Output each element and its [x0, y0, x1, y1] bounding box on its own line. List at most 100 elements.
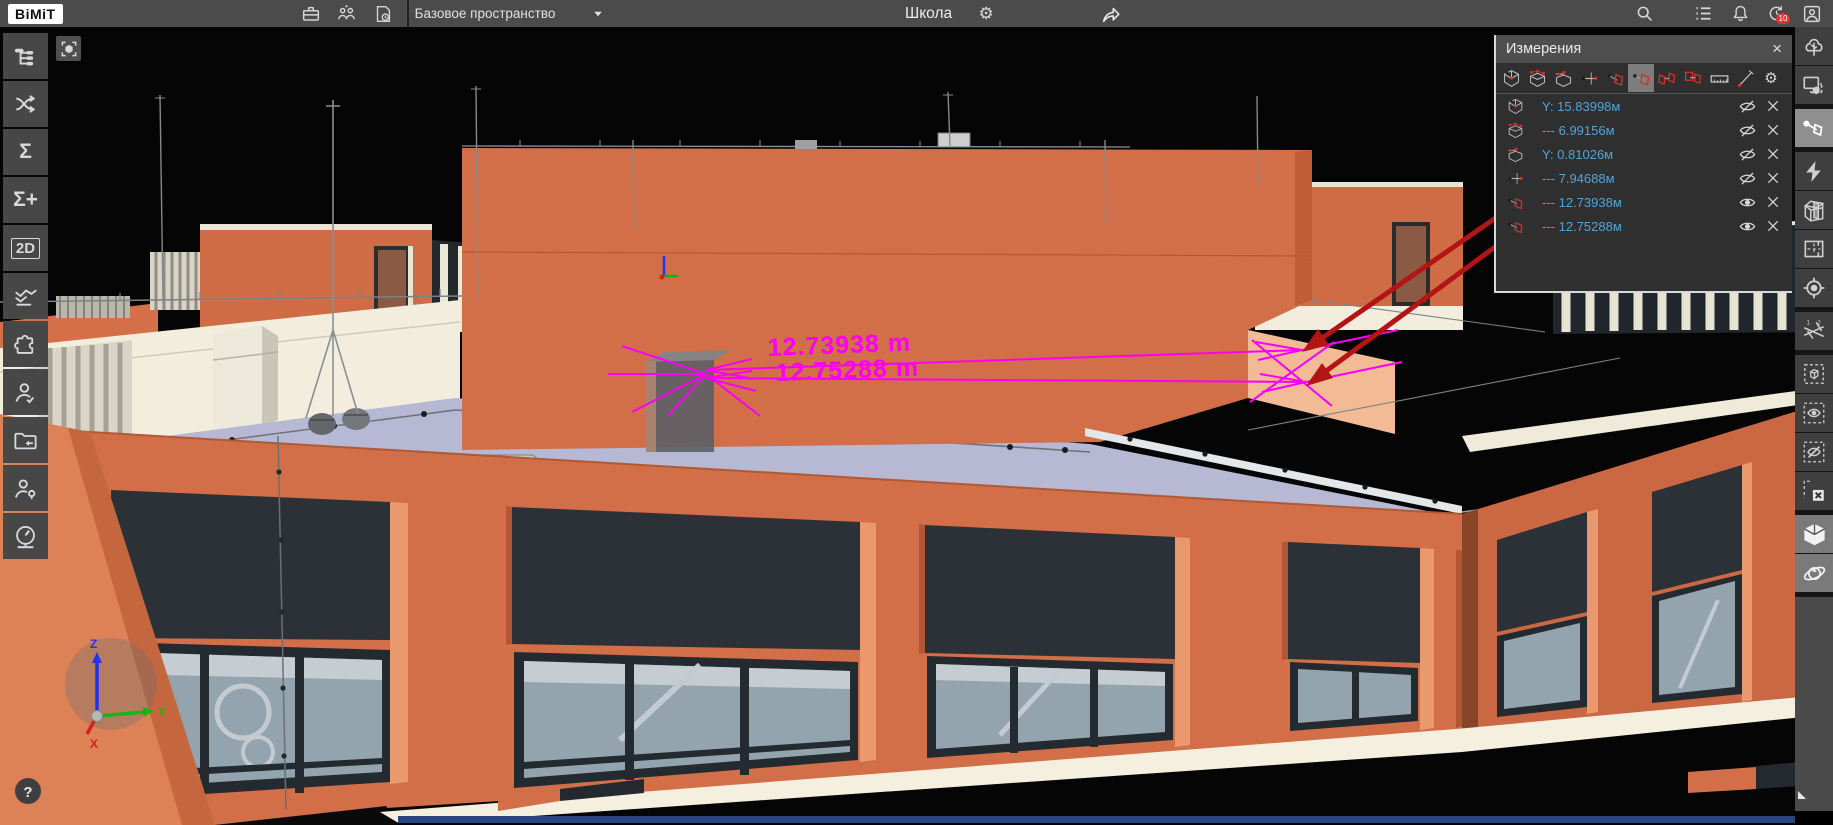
measurement-row[interactable]: Y: 15.83998м — [1496, 94, 1792, 118]
notification-badge: 10 — [1776, 14, 1791, 24]
topbar-divider — [407, 0, 409, 27]
measurement-value: --- 7.94688м — [1542, 171, 1734, 186]
delete-measurement-icon[interactable] — [1760, 170, 1786, 186]
sidebar-compare-versions[interactable] — [1795, 312, 1833, 350]
space-selector[interactable]: Базовое пространство — [415, 5, 608, 23]
sidebar-shaded-view[interactable] — [1795, 515, 1833, 553]
sidebar-hide-selected[interactable] — [1795, 433, 1833, 471]
measure-type-icon — [1502, 217, 1528, 236]
delete-measurement-icon[interactable] — [1760, 98, 1786, 114]
measurement-value: --- 12.75288м — [1542, 219, 1734, 234]
measurement-value: Y: 15.83998м — [1542, 99, 1734, 114]
measure-type-icon — [1502, 97, 1528, 116]
measurement-list: Y: 15.83998м --- 6.99156м Y: 0.81026м --… — [1496, 94, 1792, 238]
measurement-row[interactable]: --- 12.73938м — [1496, 190, 1792, 214]
measure-type-icon — [1502, 193, 1528, 212]
sidebar-scene-tree[interactable] — [1795, 27, 1833, 65]
measure-type-icon — [1502, 145, 1528, 164]
sidebar-measurements[interactable] — [1795, 109, 1833, 147]
tool-measure-point[interactable] — [1498, 64, 1524, 92]
measurement-value: --- 6.99156м — [1542, 123, 1734, 138]
delete-measurement-icon[interactable] — [1760, 218, 1786, 234]
toolbar-folder-share[interactable] — [3, 417, 48, 463]
visibility-toggle-icon[interactable] — [1734, 169, 1760, 188]
delete-measurement-icon[interactable] — [1760, 146, 1786, 162]
tool-measure-edge[interactable] — [1550, 64, 1576, 92]
sidebar-floorplan[interactable] — [1795, 230, 1833, 268]
sidebar-tray — [1795, 597, 1833, 811]
toolbar-gauge[interactable] — [3, 513, 48, 559]
tool-measure-perpendicular[interactable] — [1732, 64, 1758, 92]
measurement-row[interactable]: Y: 0.81026м — [1496, 142, 1792, 166]
gear-icon[interactable]: ⚙ — [973, 3, 999, 25]
toolbar-user-location[interactable] — [3, 465, 48, 511]
panel-title: Измерения — [1506, 41, 1581, 57]
toolbar-charts[interactable] — [3, 273, 48, 319]
delete-measurement-icon[interactable] — [1760, 194, 1786, 210]
tool-measure-point-plane-active[interactable] — [1628, 64, 1654, 92]
space-selector-label: Базовое пространство — [415, 6, 556, 21]
close-icon[interactable]: × — [1772, 39, 1782, 59]
visibility-toggle-icon[interactable] — [1734, 145, 1760, 164]
help-button[interactable]: ? — [15, 778, 41, 804]
clock-badge-icon[interactable] — [370, 3, 396, 25]
toolbar-shuffle[interactable] — [3, 81, 48, 127]
bell-icon[interactable] — [1727, 3, 1753, 25]
sidebar-select-area[interactable] — [1795, 66, 1833, 104]
focus-selection-button[interactable] — [56, 36, 81, 61]
measure-type-icon — [1502, 169, 1528, 188]
briefcase-icon[interactable] — [298, 3, 324, 25]
sidebar-flip-section[interactable] — [1795, 152, 1833, 190]
axis-label-y: Y — [158, 705, 166, 719]
tool-measure-plane-box[interactable] — [1680, 64, 1706, 92]
toolbar-sum-add[interactable]: Σ+ — [3, 177, 48, 223]
app-logo[interactable]: BiMiT — [8, 4, 63, 24]
toolbar-2d-sheet[interactable]: 2D — [3, 225, 48, 271]
measurement-value: Y: 0.81026м — [1542, 147, 1734, 162]
history-icon[interactable]: 10 — [1763, 3, 1789, 25]
toolbar-sum[interactable]: Σ — [3, 129, 48, 175]
tool-measure-points-cloud[interactable] — [1524, 64, 1550, 92]
project-title: Школа — [905, 5, 952, 23]
toolbar-plugins[interactable] — [3, 321, 48, 367]
right-toolbar — [1795, 27, 1833, 825]
list-icon[interactable] — [1690, 3, 1716, 25]
tool-measure-plane-plane[interactable] — [1654, 64, 1680, 92]
sidebar-section-box[interactable] — [1795, 191, 1833, 229]
delete-measurement-icon[interactable] — [1760, 122, 1786, 138]
caret-down-icon — [589, 5, 607, 23]
measure-type-icon — [1502, 121, 1528, 140]
measurement-row[interactable]: --- 6.99156м — [1496, 118, 1792, 142]
left-toolbar: Σ Σ+ 2D — [3, 33, 48, 559]
tool-measure-point-point[interactable] — [1576, 64, 1602, 92]
visibility-toggle-icon[interactable] — [1734, 193, 1760, 212]
measurement-value: --- 12.73938м — [1542, 195, 1734, 210]
tool-measure-point-plane[interactable] — [1602, 64, 1628, 92]
team-icon[interactable] — [334, 3, 360, 25]
bim-viewer-app: 12.73938 m 12.75288 m Z Y X ? — [0, 0, 1833, 825]
top-bar: BiMiT Базовое пространство Школа ⚙ 10 — [0, 0, 1833, 27]
svg-text:?: ? — [23, 784, 32, 801]
tool-measure-ruler[interactable] — [1706, 64, 1732, 92]
sidebar-target[interactable] — [1795, 269, 1833, 307]
sidebar-orbit-view[interactable] — [1795, 554, 1833, 592]
measurement-labels: 12.73938 m 12.75288 m — [767, 329, 919, 387]
search-icon[interactable] — [1631, 3, 1657, 25]
visibility-toggle-icon[interactable] — [1734, 121, 1760, 140]
sidebar-clear-selection[interactable] — [1795, 472, 1833, 510]
measure-settings-gear-icon[interactable]: ⚙ — [1758, 64, 1784, 92]
measurement-row[interactable]: --- 7.94688м — [1496, 166, 1792, 190]
measurement-row[interactable]: --- 12.75288м — [1496, 214, 1792, 238]
avatar-icon[interactable] — [1799, 3, 1825, 25]
toolbar-user-check[interactable] — [3, 369, 48, 415]
sidebar-isolate-cube[interactable] — [1795, 355, 1833, 393]
share-icon[interactable] — [1098, 3, 1124, 25]
toolbar-model-tree[interactable] — [3, 33, 48, 79]
sidebar-show-selected[interactable] — [1795, 394, 1833, 432]
visibility-toggle-icon[interactable] — [1734, 97, 1760, 116]
measure-label-2: 12.75288 m — [775, 354, 919, 387]
base-fence — [398, 816, 1833, 823]
axis-label-z: Z — [90, 637, 97, 651]
visibility-toggle-icon[interactable] — [1734, 217, 1760, 236]
resize-handle[interactable] — [1798, 791, 1806, 799]
